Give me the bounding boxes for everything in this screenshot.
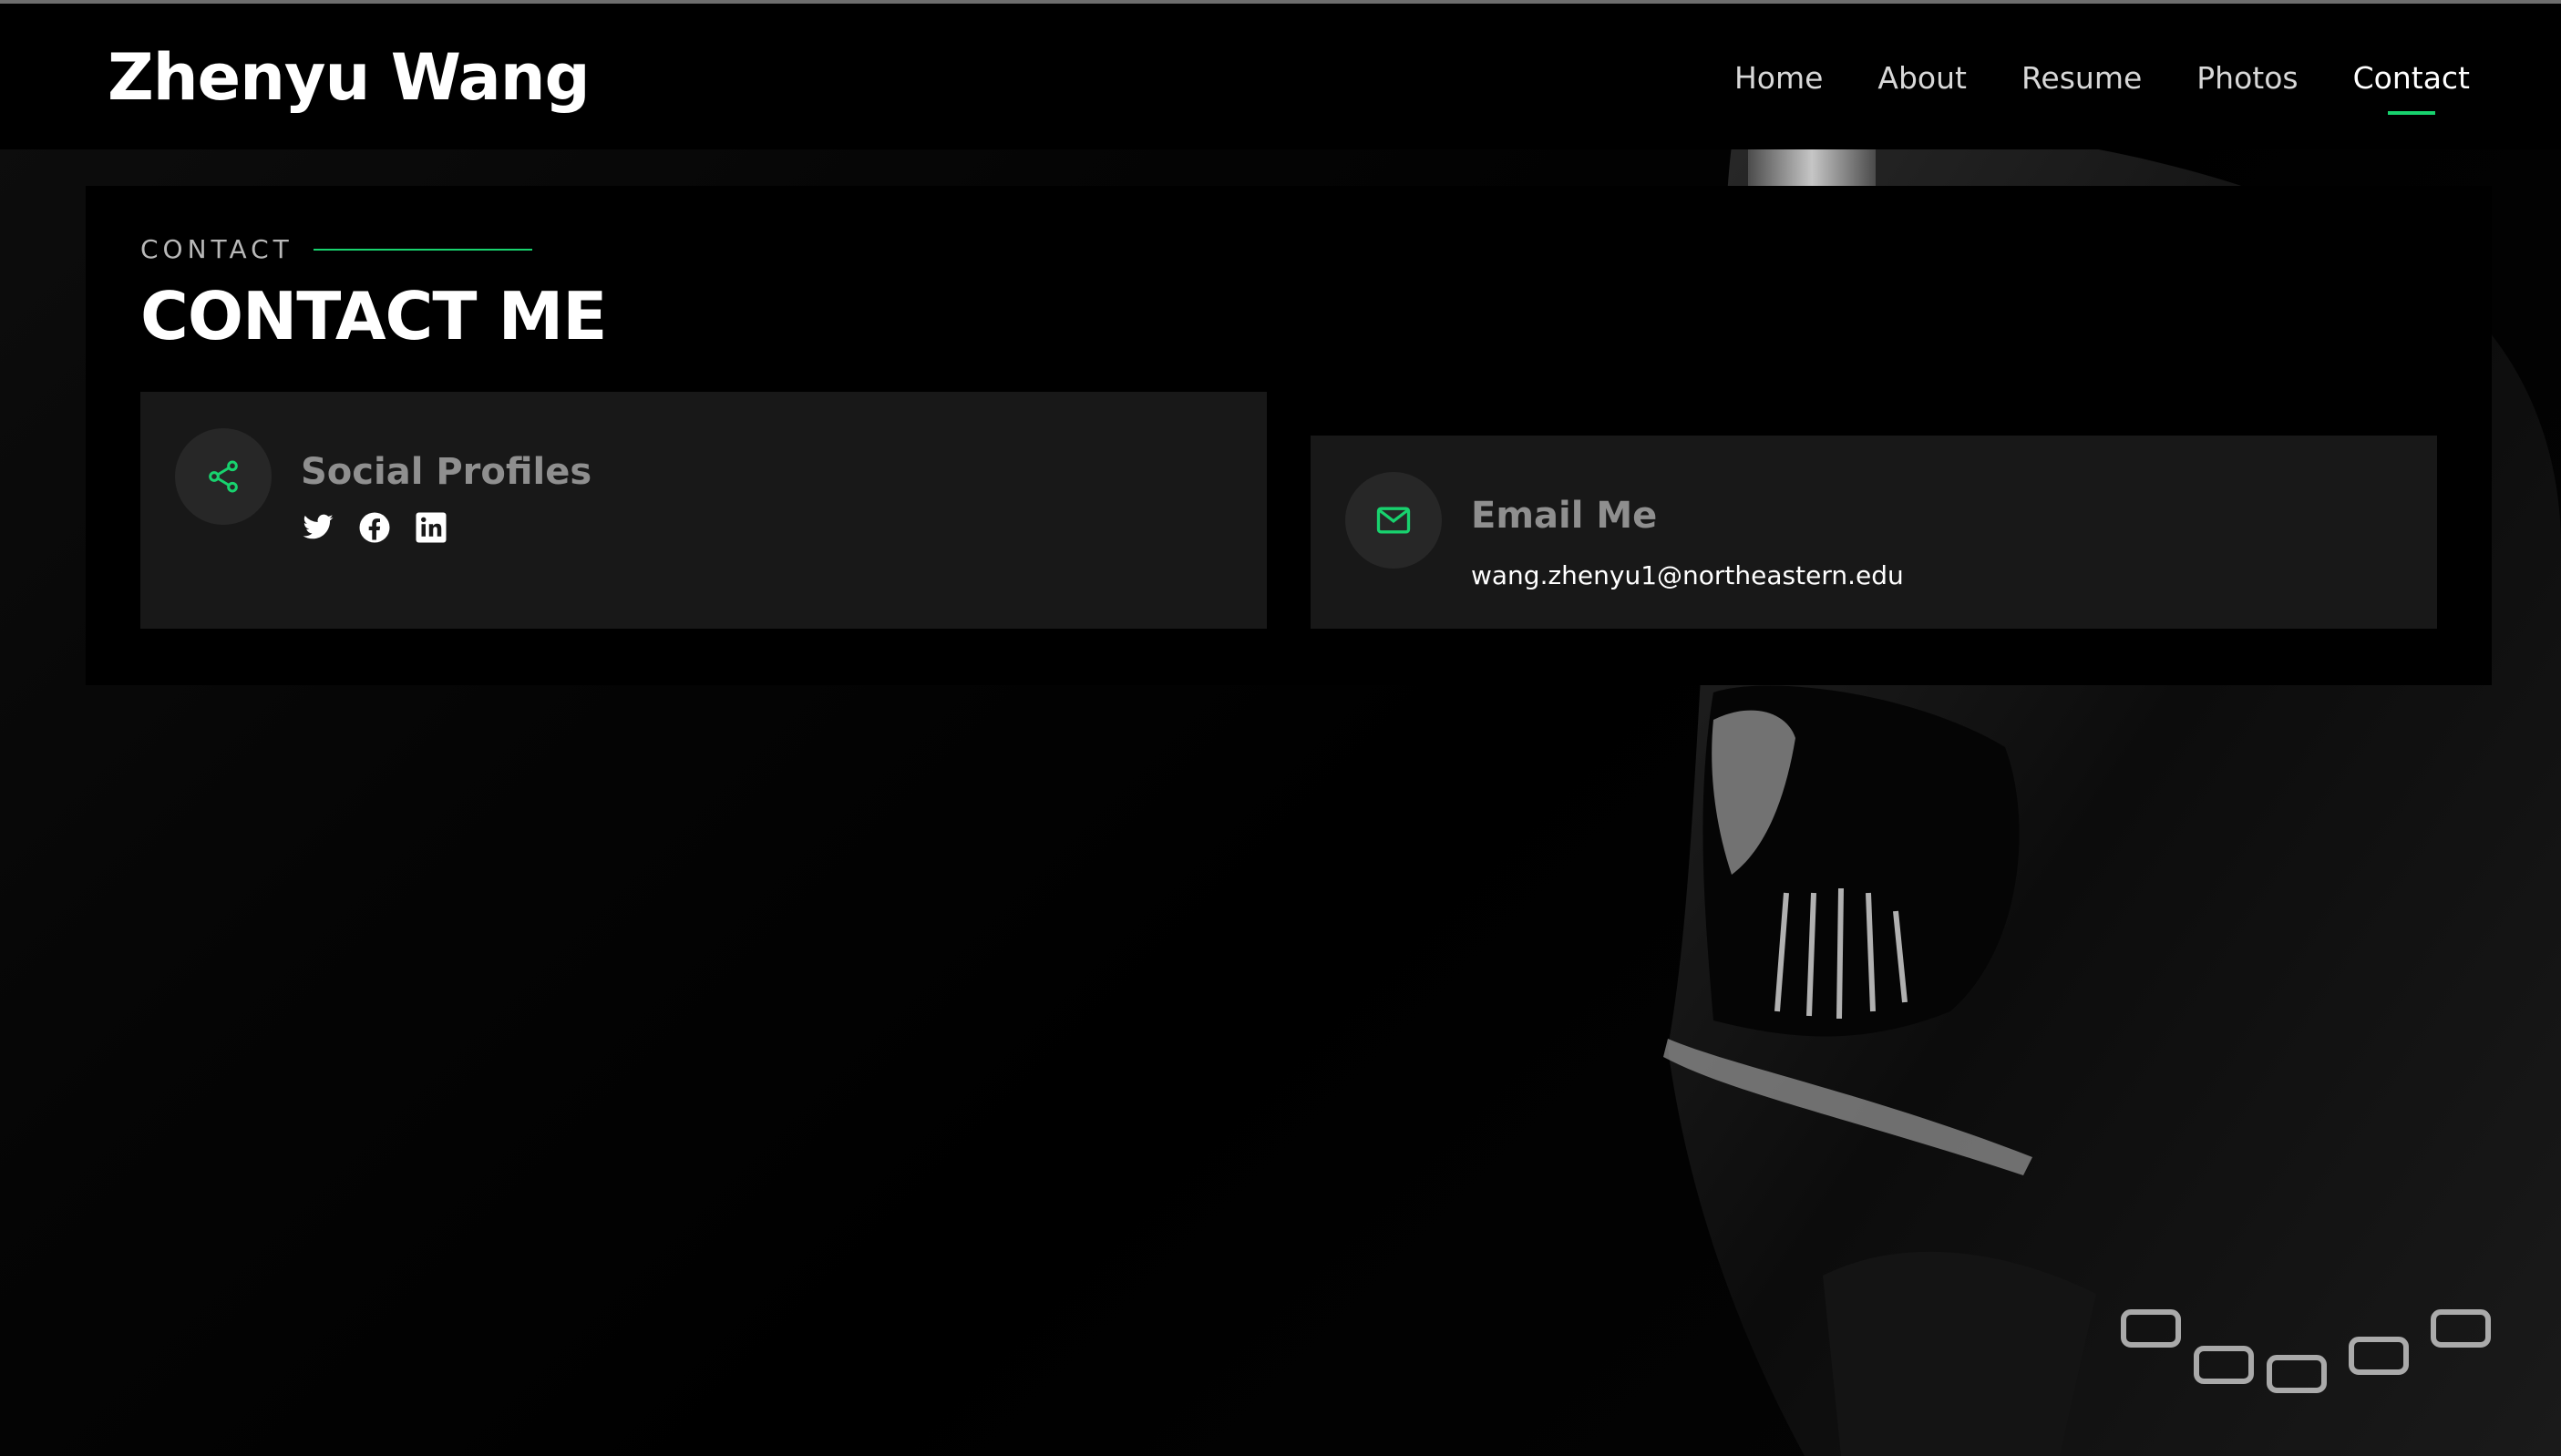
email-address-link[interactable]: wang.zhenyu1@northeastern.edu [1471, 558, 1904, 594]
section-eyebrow: CONTACT [140, 231, 532, 268]
site-logo[interactable]: Zhenyu Wang [108, 36, 591, 118]
social-profiles-title: Social Profiles [301, 451, 592, 493]
social-links [301, 510, 448, 545]
main-nav: Home About Resume Photos Contact [1734, 51, 2470, 115]
section-title: CONTACT ME [140, 278, 607, 354]
nav-contact[interactable]: Contact [2353, 51, 2470, 115]
nav-resume[interactable]: Resume [2021, 51, 2142, 106]
eyebrow-divider [313, 249, 532, 251]
contact-section: CONTACT CONTACT ME Social Profiles Email… [86, 186, 2492, 685]
envelope-icon [1345, 472, 1442, 569]
nav-home[interactable]: Home [1734, 51, 1823, 106]
facebook-icon[interactable] [357, 510, 392, 545]
site-header: Zhenyu Wang Home About Resume Photos Con… [0, 4, 2561, 149]
nav-about[interactable]: About [1877, 51, 1967, 106]
social-profiles-card: Social Profiles [140, 392, 1267, 629]
share-icon [175, 428, 272, 525]
eyebrow-label: CONTACT [140, 234, 293, 264]
email-card: Email Me wang.zhenyu1@northeastern.edu [1311, 436, 2437, 629]
email-title: Email Me [1471, 495, 1658, 537]
linkedin-icon[interactable] [414, 510, 448, 545]
nav-photos[interactable]: Photos [2196, 51, 2298, 106]
twitter-icon[interactable] [301, 510, 335, 545]
